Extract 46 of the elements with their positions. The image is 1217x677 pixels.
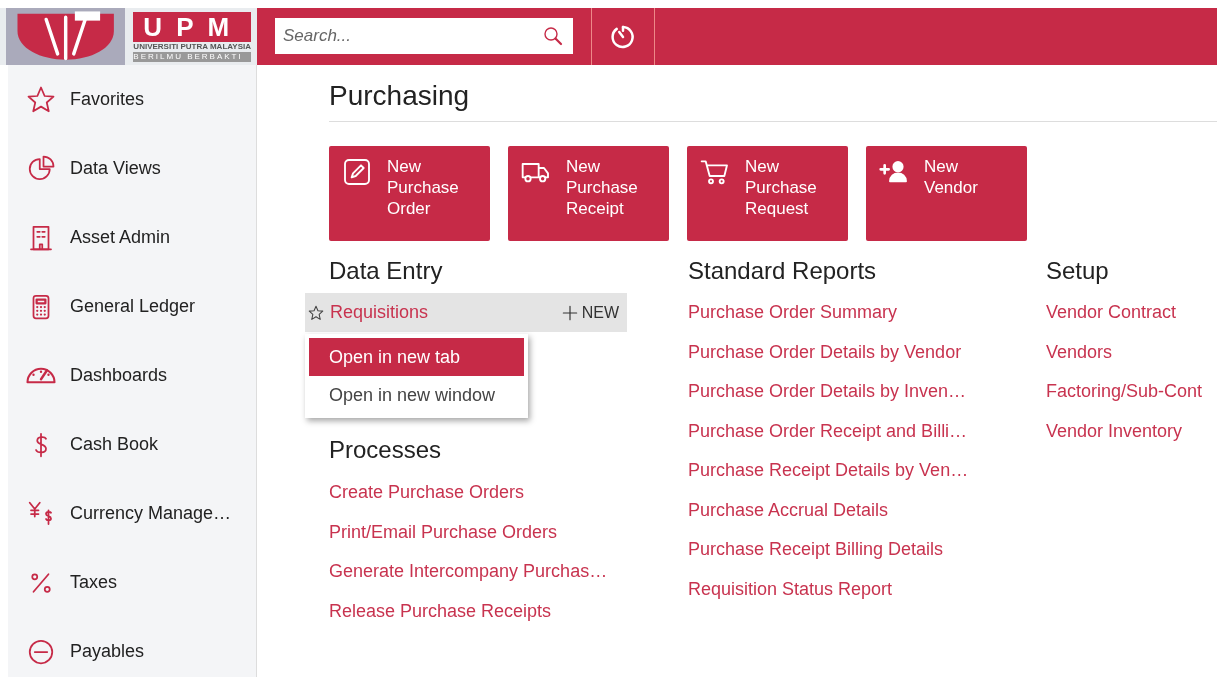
link[interactable]: Factoring/Sub-Cont (1046, 372, 1217, 412)
sidebar-item[interactable]: Data Views (8, 134, 256, 203)
link[interactable]: Requisitions (330, 293, 552, 333)
sidebar-item[interactable]: Taxes (8, 548, 256, 617)
menu-item[interactable]: Open in new tab (309, 338, 524, 377)
motto: BERILMU BERBAKTI (133, 51, 251, 62)
link[interactable]: Purchase Order Receipt and Billi… (688, 411, 1046, 452)
history-button[interactable] (591, 8, 655, 65)
section-heading: Processes (329, 436, 443, 466)
section-heading: Standard Reports (688, 256, 878, 286)
university-name: UNIVERSITI PUTRA MALAYSIA (133, 41, 251, 52)
sidebar-item[interactable]: General Ledger (8, 272, 256, 341)
link[interactable]: Release Purchase Receipts (329, 591, 688, 632)
link[interactable]: Vendor Contract (1046, 293, 1217, 333)
sidebar-item[interactable]: Asset Admin (8, 203, 256, 272)
link[interactable]: Requisition Status Report (688, 569, 1046, 610)
quick-action-button[interactable]: New Purchase Receipt (508, 145, 669, 241)
sidebar-item[interactable]: Dashboards (8, 341, 256, 410)
gauge-icon (26, 367, 56, 384)
search-icon (541, 24, 565, 48)
logo-acronym: UPM (133, 11, 251, 42)
link[interactable]: Vendor Inventory (1046, 411, 1217, 452)
section-heading: Data Entry (329, 256, 444, 286)
link[interactable]: Generate Intercompany Purchas… (329, 552, 688, 592)
sidebar-item[interactable]: Payables (8, 617, 256, 677)
link[interactable]: Purchase Order Details by Inven… (688, 372, 1046, 412)
sidebar-item[interactable]: Cash Book (8, 410, 256, 479)
link[interactable]: Purchase Receipt Billing Details (688, 530, 1046, 570)
page-title: Purchasing (329, 79, 1217, 122)
quick-action-button[interactable]: New Purchase Order (329, 145, 490, 241)
quick-action-button[interactable]: New Vendor (866, 145, 1027, 241)
sidebar-item[interactable]: Currency Manage… (8, 479, 256, 548)
link[interactable]: Create Purchase Orders (329, 473, 688, 513)
link[interactable]: Print/Email Purchase Orders (329, 512, 688, 553)
link[interactable]: Purchase Accrual Details (688, 490, 1046, 531)
sidebar-item[interactable]: Favorites (8, 65, 256, 134)
link[interactable]: Purchase Order Summary (688, 293, 1046, 333)
search-field[interactable]: Search... (275, 18, 573, 54)
section-heading: Setup (1046, 256, 1110, 286)
star-icon (307, 303, 325, 322)
new-button[interactable]: NEW (551, 300, 627, 325)
link[interactable]: Purchase Order Details by Vendor (688, 332, 1046, 373)
link[interactable]: Purchase Receipt Details by Ven… (688, 451, 1046, 491)
link[interactable]: Vendors (1046, 332, 1217, 373)
quick-action-button[interactable]: New Purchase Request (687, 145, 848, 241)
star-icon (26, 84, 56, 115)
